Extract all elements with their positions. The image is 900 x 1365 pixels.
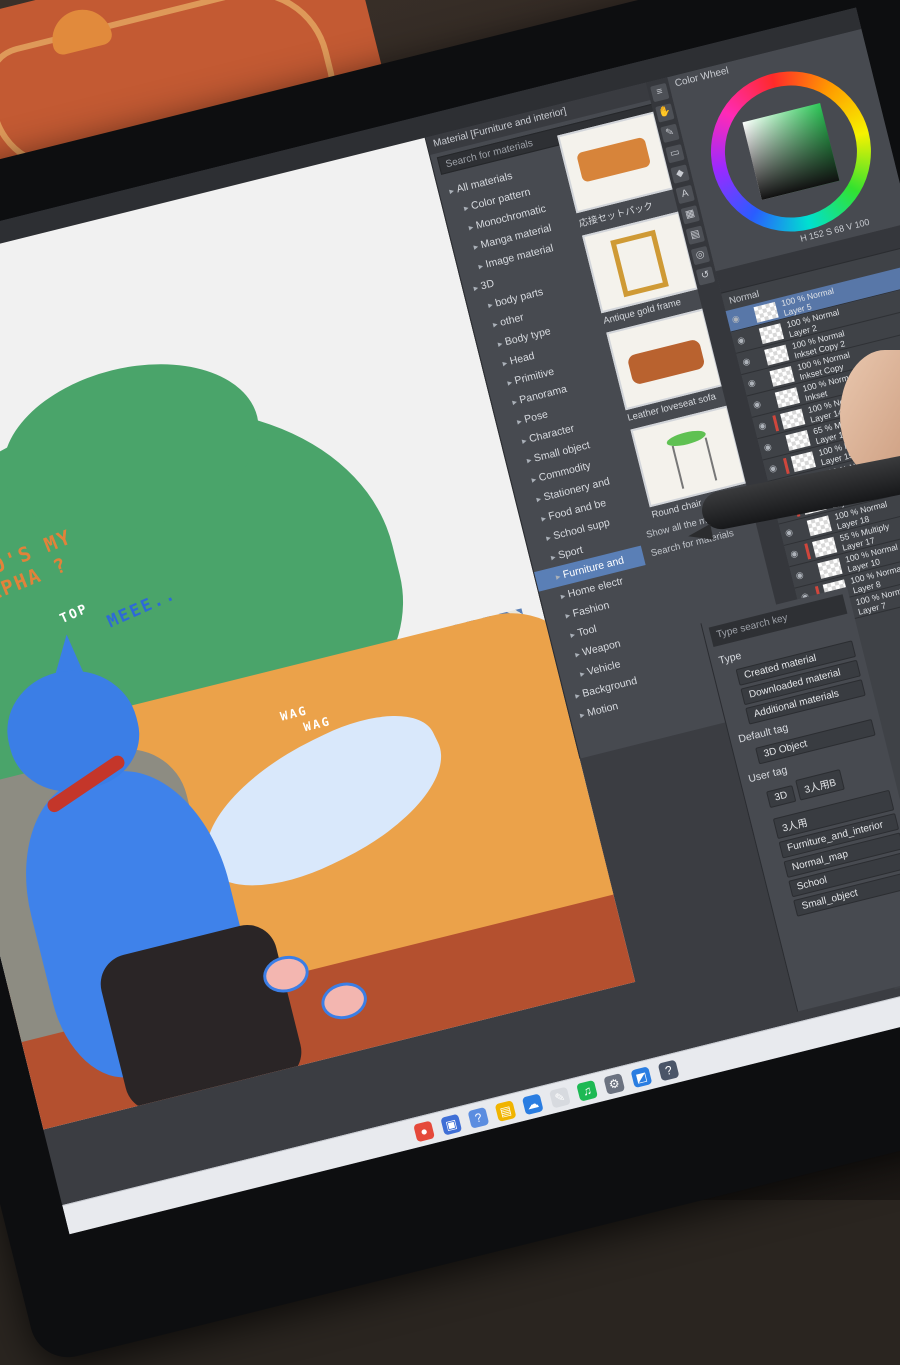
hand-icon[interactable]: ✋ [655, 103, 675, 123]
folder-icon: ▸ [462, 202, 470, 214]
layer-thumbnail [758, 323, 785, 345]
layer-color-flag [762, 372, 769, 388]
folder-icon: ▸ [491, 318, 499, 330]
layer-color-flag [778, 437, 785, 453]
folder-icon: ▸ [506, 377, 514, 388]
navigator-icon[interactable]: ◎ [690, 245, 711, 266]
settings-icon[interactable]: ⚙ [603, 1073, 626, 1095]
layer-color-flag [810, 565, 817, 581]
tag-chip[interactable]: 3D [766, 785, 797, 809]
eye-icon[interactable]: ◉ [784, 526, 798, 539]
material-tree-label: Motion [585, 700, 620, 720]
folder-icon: ▸ [467, 221, 475, 233]
drawing-tablet: WHO'S MY ALPHA ? TOP MEEE.. WAG WAG Mate… [0, 0, 900, 1365]
material-tree-label: Sport [556, 543, 585, 562]
layer-thumbnail [790, 451, 816, 473]
store-icon[interactable]: ▣ [440, 1113, 463, 1136]
layer-color-flag [782, 457, 790, 475]
layer-thumbnail [764, 344, 790, 366]
eye-icon[interactable]: ◉ [747, 376, 761, 389]
text-icon[interactable]: A [675, 184, 695, 205]
layer-thumbnail [774, 387, 801, 409]
folder-icon: ▸ [540, 512, 547, 524]
layer-color-flag [772, 415, 780, 432]
material-tree-label: Head [508, 349, 536, 368]
folder-icon: ▸ [574, 689, 581, 701]
layer-thumbnail [785, 429, 811, 451]
material-tree-label: 3D [479, 277, 496, 293]
onedrive-icon[interactable]: ☁ [521, 1093, 544, 1116]
history-icon[interactable]: ↺ [695, 266, 716, 286]
layer-thumbnail [769, 365, 795, 387]
material-tree-label: other [498, 311, 525, 329]
eye-icon[interactable]: ◉ [795, 568, 809, 581]
folder-icon: ▸ [535, 493, 543, 505]
menu-icon[interactable]: ≡ [650, 82, 670, 103]
help-icon[interactable]: ? [467, 1106, 490, 1129]
layer-icon[interactable]: ▤ [685, 225, 706, 245]
layer-thumbnail [817, 558, 843, 579]
folder-icon: ▸ [525, 454, 533, 466]
folder-icon: ▸ [574, 648, 581, 660]
clip-studio-icon[interactable]: ✎ [549, 1086, 571, 1109]
folder-icon: ▸ [511, 396, 518, 408]
folder-icon: ▸ [501, 357, 509, 369]
eye-icon[interactable]: ◉ [768, 462, 782, 475]
material-tree-label: Tool [576, 622, 598, 640]
eye-icon[interactable]: ◉ [752, 397, 766, 410]
chrome-icon[interactable]: ● [413, 1120, 436, 1143]
material-tree-label: Pose [523, 408, 550, 426]
folder-icon: ▸ [569, 629, 577, 641]
brush-icon[interactable]: ✎ [660, 123, 680, 143]
layer-color-flag [799, 522, 806, 538]
folder-icon: ▸ [578, 709, 586, 721]
photos-icon[interactable]: ◩ [630, 1066, 653, 1089]
folder-icon: ▸ [554, 571, 562, 582]
layer-color-flag [804, 543, 812, 560]
layer-thumbnail [806, 515, 832, 537]
folder-icon: ▸ [515, 415, 523, 427]
folder-icon: ▸ [578, 668, 586, 679]
layer-color-flag [767, 394, 774, 410]
layer-color-flag [751, 330, 758, 346]
folder-icon: ▸ [564, 609, 572, 621]
fill-icon[interactable]: ◆ [670, 164, 690, 184]
folder-icon: ▸ [545, 532, 552, 544]
layer-thumbnail [812, 536, 838, 558]
layer-color-flag [756, 351, 763, 367]
eye-icon[interactable]: ◉ [741, 355, 755, 368]
layer-thumbnail [753, 301, 779, 323]
clip-studio-window: WHO'S MY ALPHA ? TOP MEEE.. WAG WAG Mate… [0, 7, 900, 1235]
layer-color-flag [746, 308, 753, 324]
tips-icon[interactable]: ? [657, 1059, 680, 1082]
eye-icon[interactable]: ◉ [763, 440, 777, 453]
grid-icon[interactable]: ▦ [680, 205, 700, 225]
eye-icon[interactable]: ◉ [736, 333, 750, 346]
folder-icon: ▸ [520, 435, 528, 447]
layer-thumbnail [780, 408, 806, 430]
folder-icon: ▸ [477, 260, 485, 272]
eye-icon[interactable]: ◉ [757, 419, 771, 432]
spotify-icon[interactable]: ♫ [576, 1079, 599, 1102]
folder-icon: ▸ [530, 474, 538, 485]
folder-icon: ▸ [472, 241, 480, 253]
folder-icon: ▸ [486, 299, 494, 311]
folder-icon: ▸ [496, 338, 504, 350]
folder-icon: ▸ [559, 590, 567, 602]
eye-icon[interactable]: ◉ [789, 547, 803, 560]
eye-icon[interactable]: ◉ [731, 312, 745, 325]
eraser-icon[interactable]: ▭ [665, 143, 685, 164]
folder-icon: ▸ [472, 282, 480, 294]
explorer-icon[interactable]: ▤ [494, 1100, 517, 1122]
folder-icon: ▸ [549, 551, 557, 563]
folder-icon: ▸ [448, 185, 456, 197]
